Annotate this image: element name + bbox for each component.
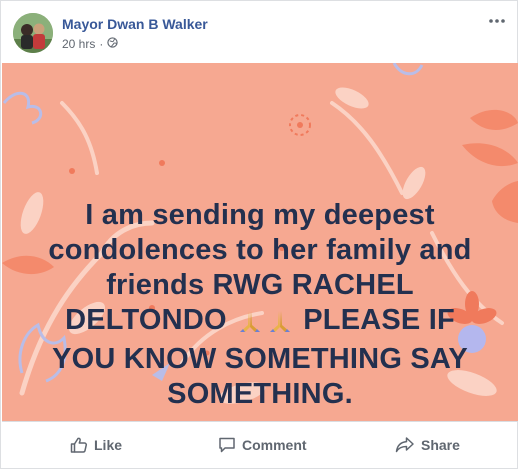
like-label: Like bbox=[94, 437, 123, 453]
post-header: Mayor Dwan B Walker 20 hrs · bbox=[1, 1, 517, 63]
comment-bubble-icon bbox=[218, 436, 236, 454]
post-text-line: friends RWG RACHEL bbox=[106, 269, 414, 301]
like-button[interactable]: Like bbox=[70, 432, 122, 458]
globe-icon[interactable] bbox=[107, 37, 119, 51]
post-text-line: SOMETHING. bbox=[167, 378, 353, 410]
comment-label: Comment bbox=[242, 437, 307, 453]
praying-hands-icon bbox=[267, 307, 293, 342]
post-text-line: DELTONDO PLEASE IF bbox=[30, 303, 490, 342]
post-text: I am sending my deepest condolences to h… bbox=[30, 198, 490, 412]
thumbs-up-icon bbox=[70, 436, 88, 454]
share-button[interactable]: Share bbox=[395, 432, 460, 458]
avatar[interactable] bbox=[13, 13, 53, 53]
more-dots-icon[interactable] bbox=[487, 13, 507, 29]
post-timestamp[interactable]: 20 hrs bbox=[62, 37, 95, 51]
share-arrow-icon bbox=[395, 436, 415, 454]
post-background-banner[interactable]: I am sending my deepest condolences to h… bbox=[2, 63, 518, 421]
post-text-fragment: PLEASE IF bbox=[303, 304, 455, 336]
comment-button[interactable]: Comment bbox=[218, 432, 307, 458]
author-name[interactable]: Mayor Dwan B Walker bbox=[62, 16, 208, 32]
feed-post: Mayor Dwan B Walker 20 hrs · I am sendin… bbox=[0, 0, 518, 469]
post-text-fragment: DELTONDO bbox=[65, 304, 227, 336]
share-label: Share bbox=[421, 437, 460, 453]
post-text-line: condolences to her family and bbox=[48, 234, 472, 266]
post-text-line: YOU KNOW SOMETHING SAY bbox=[52, 343, 468, 375]
praying-hands-icon bbox=[237, 307, 263, 342]
post-meta: 20 hrs · bbox=[62, 37, 119, 51]
post-action-bar: Like Comment Share bbox=[2, 421, 518, 469]
meta-separator: · bbox=[99, 37, 104, 51]
post-text-line: I am sending my deepest bbox=[85, 199, 435, 231]
